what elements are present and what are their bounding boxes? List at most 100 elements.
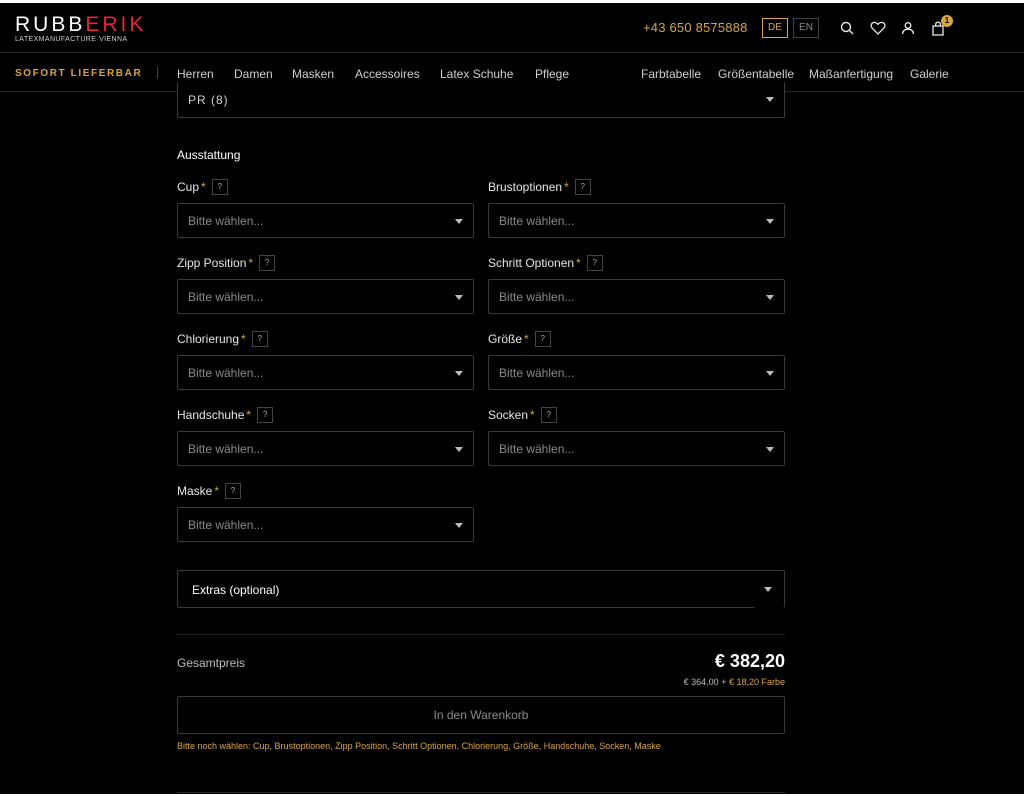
chevron-down-icon — [455, 219, 463, 224]
select-cup[interactable]: Bitte wählen... — [177, 203, 474, 238]
help-icon[interactable]: ? — [257, 407, 274, 423]
label-text: Größe — [488, 332, 523, 346]
phone-link[interactable]: +43 650 8575888 — [643, 20, 748, 35]
required-mark: * — [201, 180, 206, 194]
select-placeholder: Bitte wählen... — [499, 366, 575, 380]
chevron-down-icon — [764, 587, 772, 592]
nav-promo-link[interactable]: SOFORT LIEFERBAR — [15, 68, 142, 79]
select-handschuhe[interactable]: Bitte wählen... — [177, 431, 474, 466]
nav-item-groessentabelle[interactable]: Größentabelle — [718, 67, 794, 81]
select-placeholder: Bitte wählen... — [188, 366, 264, 380]
help-icon[interactable]: ? — [540, 407, 557, 423]
chevron-down-icon — [455, 371, 463, 376]
top-option-select[interactable]: PR (8) — [177, 82, 785, 118]
search-icon[interactable] — [838, 19, 856, 37]
select-placeholder: Bitte wählen... — [499, 442, 575, 456]
chevron-down-icon — [455, 447, 463, 452]
heart-icon[interactable] — [869, 19, 887, 37]
label-text: Maske — [177, 484, 213, 498]
help-icon[interactable]: ? — [586, 255, 603, 271]
nav-item-masken[interactable]: Masken — [292, 67, 334, 81]
select-zipp-position[interactable]: Bitte wählen... — [177, 279, 474, 314]
required-mark: * — [246, 408, 252, 422]
label-brustoptionen: Brustoptionen *? — [488, 179, 591, 195]
nav-item-herren[interactable]: Herren — [177, 67, 214, 81]
nav-item-farbtabelle[interactable]: Farbtabelle — [641, 67, 701, 81]
required-mark: * — [241, 332, 246, 346]
section-title-ausstattung: Ausstattung — [177, 148, 241, 162]
select-groesse[interactable]: Bitte wählen... — [488, 355, 785, 390]
select-placeholder: Bitte wählen... — [499, 214, 575, 228]
add-to-cart-button[interactable]: In den Warenkorb — [177, 696, 785, 734]
help-icon[interactable]: ? — [574, 179, 591, 195]
help-icon[interactable]: ? — [225, 483, 242, 499]
select-placeholder: Bitte wählen... — [188, 518, 264, 532]
user-icon[interactable] — [899, 19, 917, 37]
site-logo[interactable]: RUBBERIK LATEXMANUFACTURE·VIENNA — [15, 14, 146, 44]
label-groesse: Größe *? — [488, 331, 551, 347]
label-maske: Maske *? — [177, 483, 242, 499]
label-cup: Cup *? — [177, 179, 228, 195]
nav-item-damen[interactable]: Damen — [234, 67, 273, 81]
required-mark: * — [530, 408, 535, 422]
label-handschuhe: Handschuhe *? — [177, 407, 274, 423]
required-mark: * — [576, 256, 581, 270]
lang-en-button[interactable]: EN — [793, 18, 819, 38]
cart-count-badge: 1 — [941, 15, 953, 27]
nav-item-pflege[interactable]: Pflege — [535, 67, 569, 81]
top-option-value: PR (8) — [188, 93, 229, 107]
nav-item-accessoires[interactable]: Accessoires — [355, 67, 420, 81]
price-breakdown: € 364,00 + € 18,20 Farbe — [485, 677, 785, 687]
required-mark: * — [214, 484, 220, 498]
label-text: Schritt Optionen — [488, 256, 575, 270]
required-mark: * — [564, 180, 569, 194]
label-chlorierung: Chlorierung *? — [177, 331, 268, 347]
label-zipp-position: Zipp Position *? — [177, 255, 276, 271]
help-icon[interactable]: ? — [211, 179, 228, 195]
label-schritt-optionen: Schritt Optionen *? — [488, 255, 603, 271]
total-price: € 382,20 — [714, 651, 785, 671]
nav-item-galerie[interactable]: Galerie — [910, 67, 949, 81]
logo-part-2: ERIK — [85, 13, 147, 36]
select-schritt-optionen[interactable]: Bitte wählen... — [488, 279, 785, 314]
select-socken[interactable]: Bitte wählen... — [488, 431, 785, 466]
select-placeholder: Bitte wählen... — [188, 290, 264, 304]
extras-chevron — [754, 573, 784, 608]
base-price: € 364,00 + — [683, 677, 727, 687]
select-placeholder: Bitte wählen... — [188, 214, 264, 228]
select-placeholder: Bitte wählen... — [499, 290, 575, 304]
missing-options-hint: Bitte noch wählen: Cup, Brustoptionen, Z… — [177, 741, 661, 751]
chevron-down-icon — [766, 97, 774, 102]
select-chlorierung[interactable]: Bitte wählen... — [177, 355, 474, 390]
label-text: Handschuhe — [177, 408, 245, 422]
bottom-divider — [177, 792, 785, 793]
required-mark: * — [248, 256, 254, 270]
required-mark: * — [524, 332, 529, 346]
color-surcharge: € 18,20 Farbe — [728, 677, 785, 687]
label-text: Socken — [488, 408, 529, 422]
summary-divider — [177, 634, 785, 635]
extras-accordion[interactable]: Extras (optional) — [177, 570, 785, 608]
site-header: RUBBERIK LATEXMANUFACTURE·VIENNA +43 650… — [0, 3, 1024, 53]
help-icon[interactable]: ? — [534, 331, 551, 347]
select-placeholder: Bitte wählen... — [188, 442, 264, 456]
chevron-down-icon — [766, 447, 774, 452]
label-text: Zipp Position — [177, 256, 247, 270]
label-socken: Socken *? — [488, 407, 557, 423]
nav-divider — [157, 67, 158, 79]
label-text: Chlorierung — [177, 332, 240, 346]
extras-label: Extras (optional) — [192, 583, 280, 597]
nav-item-massanfertigung[interactable]: Maßanfertigung — [809, 67, 893, 81]
lang-de-button[interactable]: DE — [762, 18, 788, 38]
logo-wordmark: RUBBERIK — [15, 14, 146, 36]
help-icon[interactable]: ? — [251, 331, 268, 347]
logo-tagline: LATEXMANUFACTURE·VIENNA — [15, 36, 128, 43]
label-text: Brustoptionen — [488, 180, 563, 194]
page-frame: RUBBERIK LATEXMANUFACTURE·VIENNA +43 650… — [0, 3, 1024, 794]
select-brustoptionen[interactable]: Bitte wählen... — [488, 203, 785, 238]
nav-item-latex-schuhe[interactable]: Latex Schuhe — [440, 67, 513, 81]
chevron-down-icon — [766, 295, 774, 300]
chevron-down-icon — [766, 371, 774, 376]
select-maske[interactable]: Bitte wählen... — [177, 507, 474, 542]
help-icon[interactable]: ? — [259, 255, 276, 271]
